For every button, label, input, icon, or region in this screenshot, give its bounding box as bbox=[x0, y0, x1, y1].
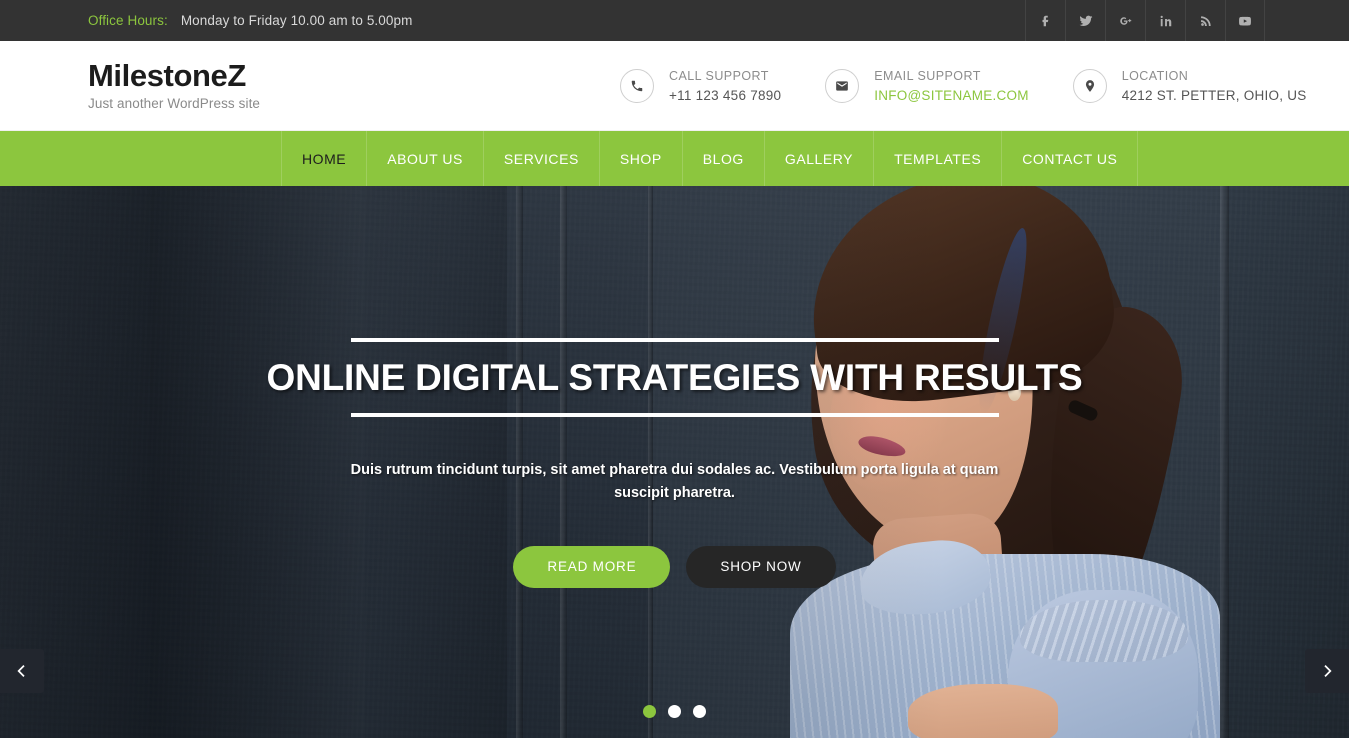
nav-item-home[interactable]: HOME bbox=[281, 131, 368, 186]
hero-buttons: READ MORE SHOP NOW bbox=[513, 545, 836, 588]
top-bar: Office Hours: Monday to Friday 10.00 am … bbox=[0, 0, 1349, 41]
nav-item-contact-us[interactable]: CONTACT US bbox=[1002, 131, 1139, 186]
hero-content: ONLINE DIGITAL STRATEGIES WITH RESULTS D… bbox=[0, 186, 1349, 738]
map-pin-icon bbox=[1072, 69, 1107, 103]
social-links bbox=[1025, 0, 1265, 41]
contact-label: LOCATION bbox=[1121, 68, 1189, 83]
read-more-button[interactable]: READ MORE bbox=[513, 545, 671, 588]
chevron-right-icon bbox=[1324, 665, 1332, 677]
google-plus-icon[interactable] bbox=[1105, 0, 1145, 41]
brand[interactable]: MilestoneZ Just another WordPress site bbox=[0, 57, 261, 112]
nav-item-about-us[interactable]: ABOUT US bbox=[367, 131, 484, 186]
hero-title: ONLINE DIGITAL STRATEGIES WITH RESULTS bbox=[266, 357, 1083, 398]
nav-item-templates[interactable]: TEMPLATES bbox=[874, 131, 1003, 186]
hero-description: Duis rutrum tincidunt turpis, sit amet p… bbox=[350, 461, 999, 502]
page-title: MilestoneZ bbox=[88, 57, 246, 93]
header-contacts: CALL SUPPORT +11 123 456 7890 EMAIL SUPP… bbox=[620, 41, 1307, 131]
contact-value: +11 123 456 7890 bbox=[669, 88, 782, 104]
slider-pagination bbox=[0, 705, 1349, 718]
contact-label: CALL SUPPORT bbox=[669, 68, 769, 83]
site-tagline: Just another WordPress site bbox=[88, 96, 261, 112]
hero-slider: ONLINE DIGITAL STRATEGIES WITH RESULTS D… bbox=[0, 186, 1349, 738]
facebook-icon[interactable] bbox=[1025, 0, 1065, 41]
contact-location: LOCATION 4212 ST. PETTER, OHIO, US bbox=[1072, 68, 1307, 104]
chevron-left-icon bbox=[17, 665, 25, 677]
hero-rule-top bbox=[350, 338, 999, 342]
shop-now-button[interactable]: SHOP NOW bbox=[686, 545, 836, 588]
twitter-icon[interactable] bbox=[1065, 0, 1105, 41]
nav-item-gallery[interactable]: GALLERY bbox=[765, 131, 875, 186]
main-navigation: HOME ABOUT US SERVICES SHOP BLOG GALLERY… bbox=[0, 131, 1349, 186]
office-hours: Office Hours: Monday to Friday 10.00 am … bbox=[0, 13, 412, 28]
slider-dot-3[interactable] bbox=[693, 705, 706, 718]
contact-label: EMAIL SUPPORT bbox=[874, 68, 981, 83]
hero-rule-bottom bbox=[350, 412, 999, 417]
rss-icon[interactable] bbox=[1185, 0, 1225, 41]
phone-icon bbox=[620, 69, 654, 103]
slider-dot-1[interactable] bbox=[643, 705, 656, 718]
contact-email-link[interactable]: INFO@SITENAME.COM bbox=[874, 88, 1028, 103]
slider-next-button[interactable] bbox=[1305, 649, 1349, 693]
office-hours-label: Office Hours: bbox=[88, 13, 168, 28]
nav-item-services[interactable]: SERVICES bbox=[484, 131, 600, 186]
contact-email-support: EMAIL SUPPORT INFO@SITENAME.COM bbox=[825, 68, 1028, 103]
linkedin-icon[interactable] bbox=[1145, 0, 1185, 41]
contact-call-support: CALL SUPPORT +11 123 456 7890 bbox=[620, 68, 782, 104]
site-header: MilestoneZ Just another WordPress site C… bbox=[0, 41, 1349, 131]
nav-item-shop[interactable]: SHOP bbox=[600, 131, 683, 186]
slider-dot-2[interactable] bbox=[668, 705, 681, 718]
contact-value: 4212 ST. PETTER, OHIO, US bbox=[1121, 88, 1307, 104]
office-hours-value: Monday to Friday 10.00 am to 5.00pm bbox=[180, 13, 413, 28]
slider-prev-button[interactable] bbox=[0, 649, 44, 693]
envelope-icon bbox=[825, 69, 860, 103]
nav-item-blog[interactable]: BLOG bbox=[683, 131, 765, 186]
youtube-icon[interactable] bbox=[1225, 0, 1265, 41]
